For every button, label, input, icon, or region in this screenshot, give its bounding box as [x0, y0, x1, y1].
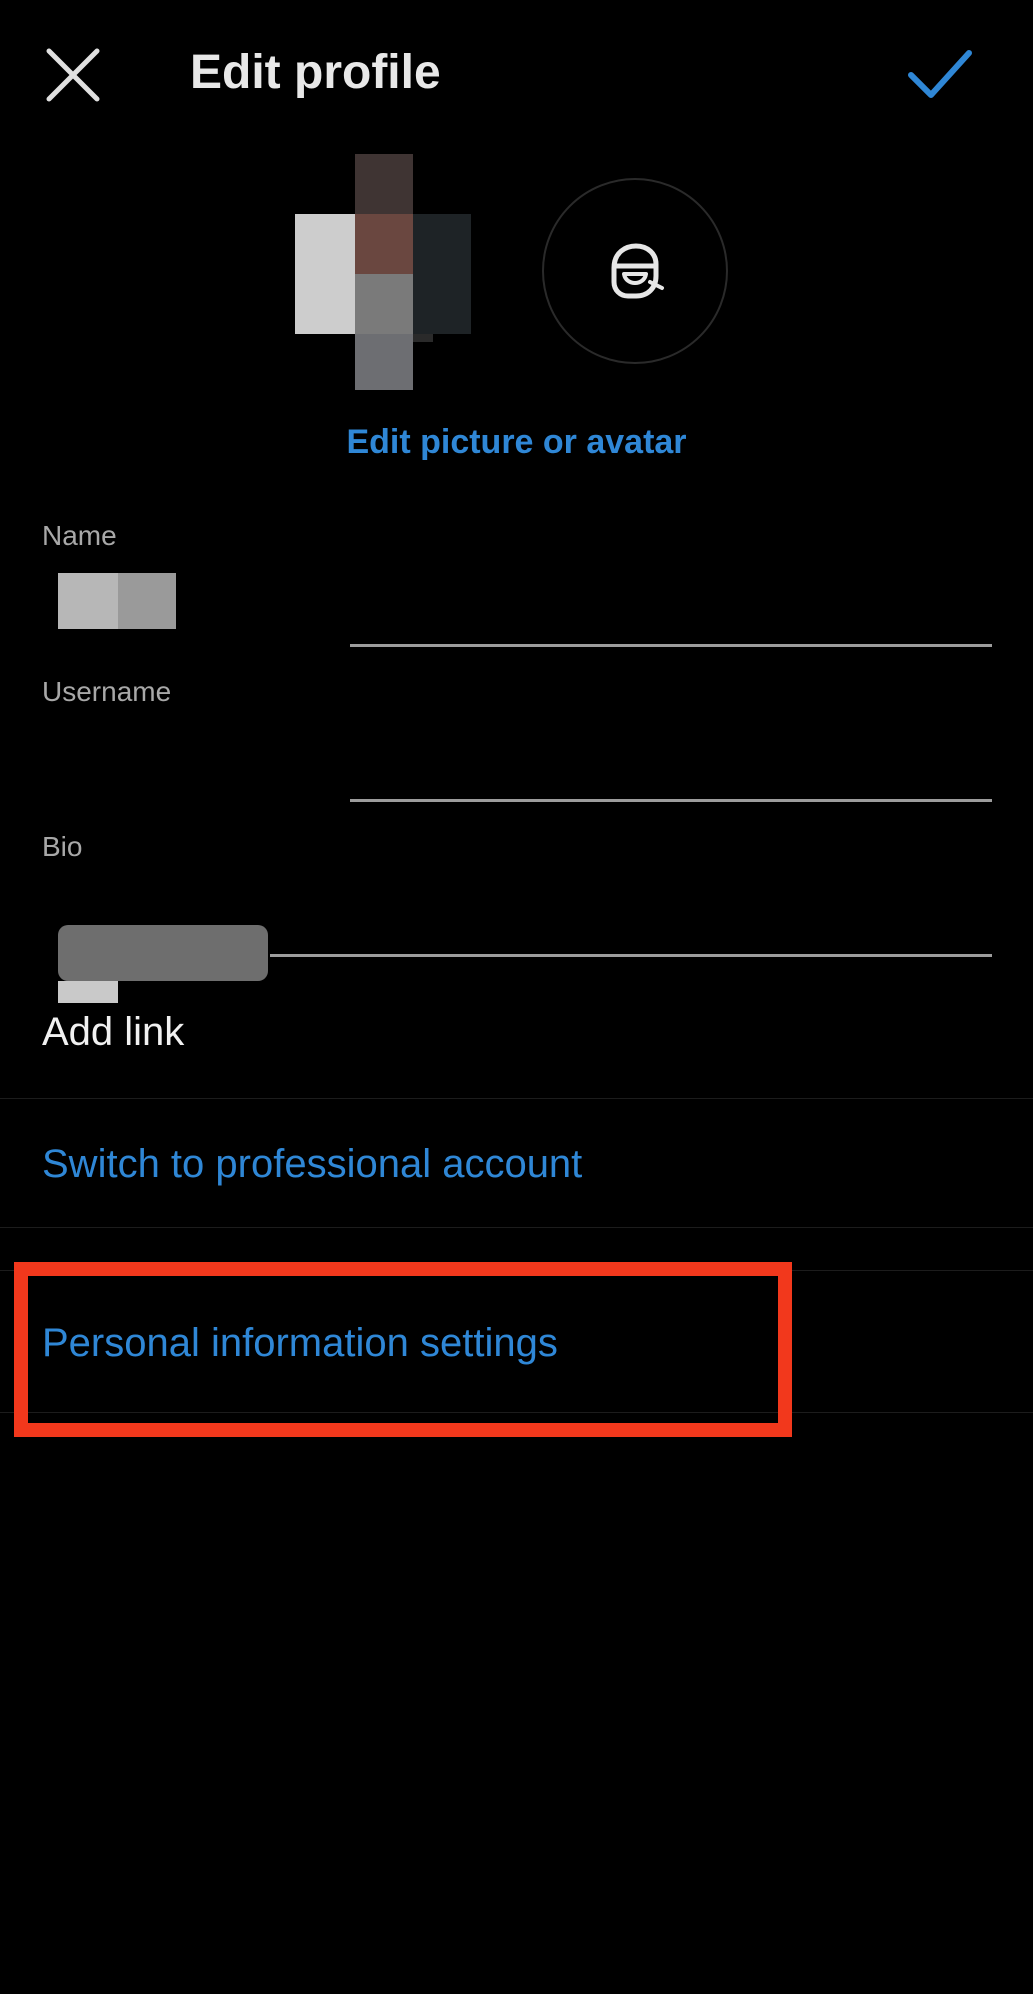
avatar-sticker-icon — [611, 243, 664, 299]
bio-value-redacted — [58, 925, 280, 1003]
name-value-redacted — [58, 573, 176, 629]
profile-photo-image — [295, 154, 471, 390]
close-icon — [46, 48, 100, 102]
username-underline — [350, 799, 992, 802]
name-field[interactable] — [42, 560, 992, 648]
avatar-button[interactable] — [542, 178, 728, 364]
checkmark-icon — [908, 50, 972, 98]
personal-information-settings-link[interactable]: Personal information settings — [42, 1316, 558, 1370]
divider — [0, 1412, 1033, 1413]
divider — [0, 1098, 1033, 1099]
add-link-button[interactable]: Add link — [42, 1006, 184, 1058]
close-button[interactable] — [28, 30, 118, 120]
divider — [0, 1227, 1033, 1228]
name-label: Name — [42, 520, 117, 551]
switch-professional-account-link[interactable]: Switch to professional account — [42, 1137, 582, 1191]
page-title: Edit profile — [190, 46, 441, 99]
username-field[interactable] — [42, 714, 992, 802]
confirm-button[interactable] — [890, 30, 990, 120]
name-underline — [350, 644, 992, 647]
edit-picture-link[interactable]: Edit picture or avatar — [0, 418, 1033, 466]
divider — [0, 1270, 1033, 1271]
username-label: Username — [42, 676, 172, 707]
profile-photo[interactable] — [295, 152, 475, 392]
bio-label: Bio — [42, 831, 83, 862]
bio-underline — [270, 954, 992, 957]
